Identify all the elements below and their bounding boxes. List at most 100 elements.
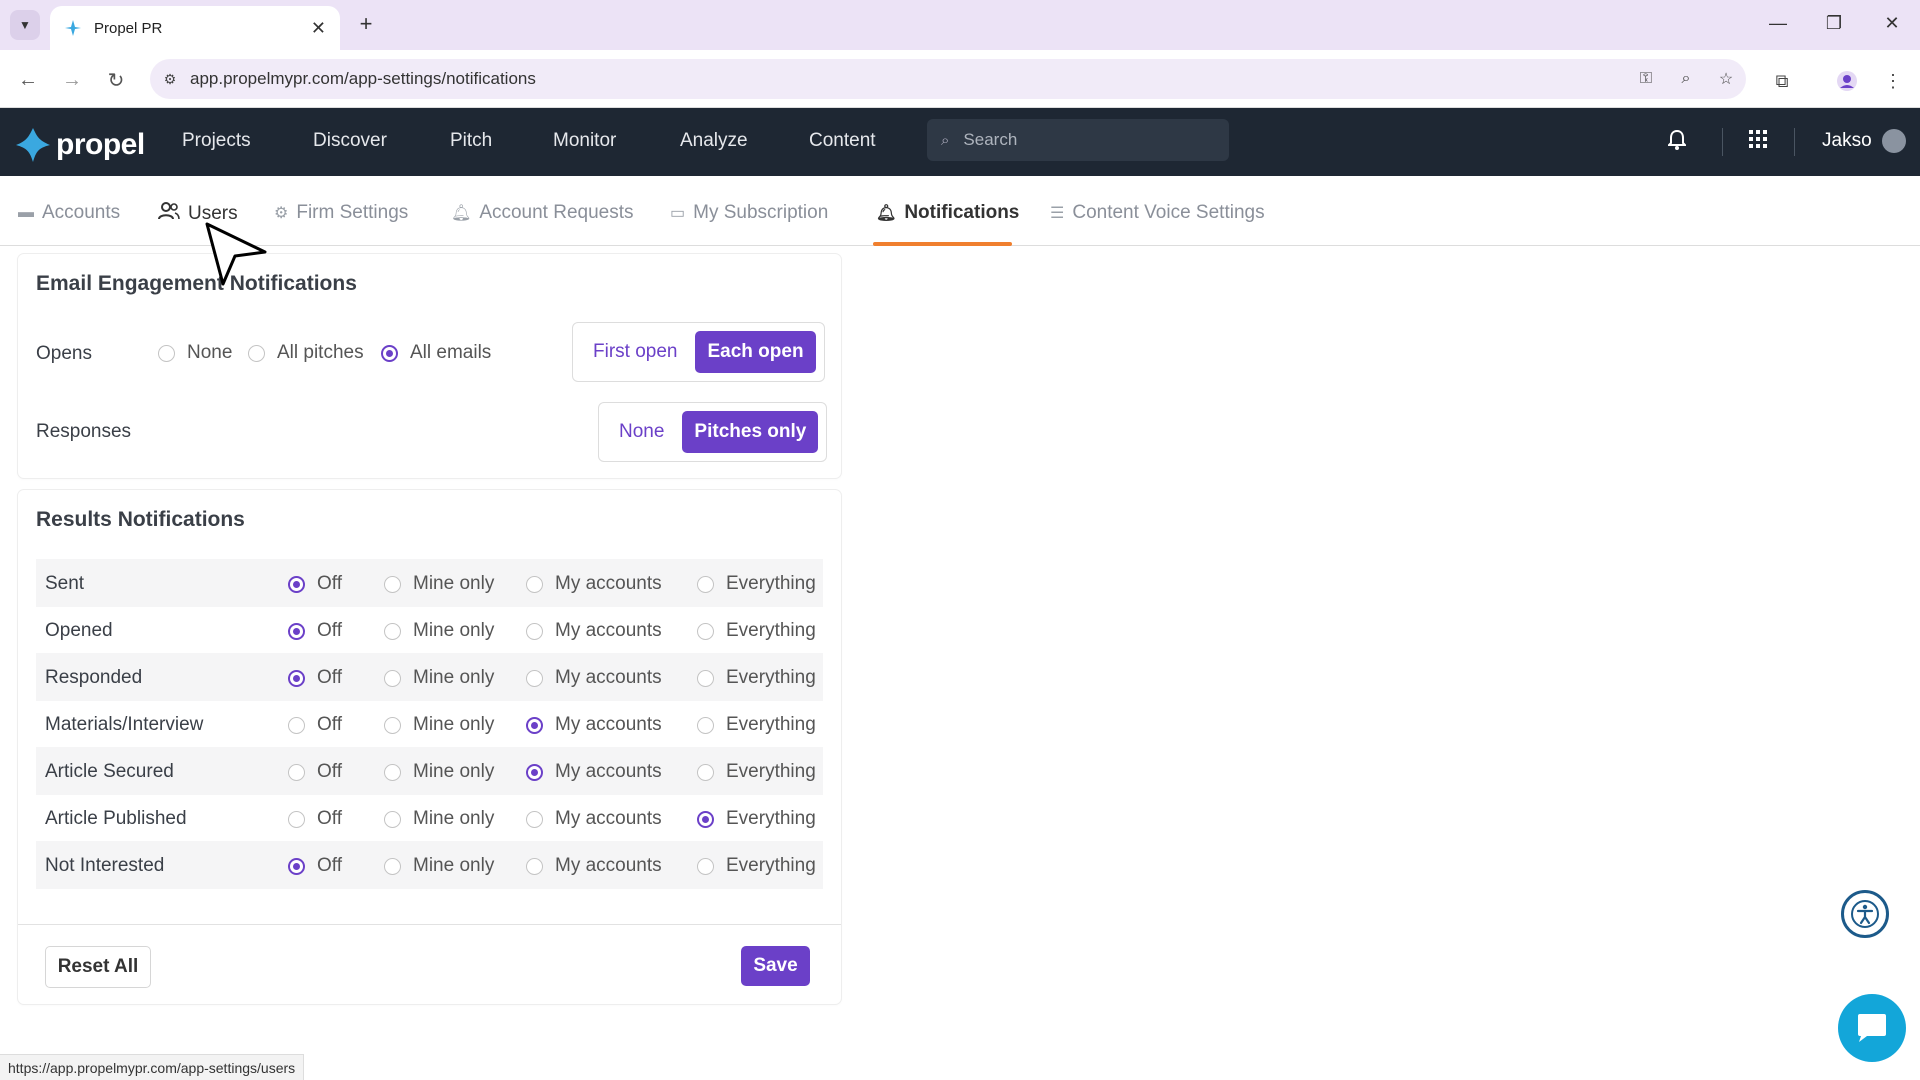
radio-everything[interactable]: Everything [697, 620, 816, 642]
site-info-icon[interactable]: ⚙ [150, 71, 190, 88]
radio-icon [697, 575, 714, 593]
radio-my-accounts[interactable]: My accounts [526, 620, 662, 642]
radio-icon [384, 763, 401, 781]
propel-logo[interactable]: propel [14, 126, 145, 164]
radio-everything[interactable]: Everything [697, 714, 816, 736]
radio-icon [526, 810, 543, 828]
browser-tab[interactable]: Propel PR ✕ [50, 6, 340, 50]
new-tab-button[interactable]: + [352, 10, 380, 38]
radio-selected-icon [288, 857, 305, 875]
search-input[interactable] [963, 130, 1204, 150]
results-notifications-card: Results Notifications Sent Off Mine only My… [18, 490, 841, 1004]
radio-mine-only[interactable]: Mine only [384, 620, 494, 642]
radio-my-accounts[interactable]: My accounts [526, 714, 662, 736]
browser-menu-icon[interactable]: ⋮ [1878, 66, 1908, 96]
extensions-icon[interactable]: ⧉ [1767, 66, 1797, 96]
tab-my-subscription[interactable]: ▭ My Subscription [670, 202, 828, 224]
key-icon[interactable]: ⚿ [1626, 70, 1666, 88]
radio-selected-icon [381, 344, 398, 362]
reset-all-button[interactable]: Reset All [45, 946, 151, 988]
opens-radio-all-pitches[interactable]: All pitches [248, 342, 364, 364]
responses-label: Responses [36, 421, 132, 442]
radio-mine-only[interactable]: Mine only [384, 855, 494, 877]
tab-account-requests[interactable]: 🔔︎ Account Requests [451, 202, 634, 224]
nav-content[interactable]: Content [809, 130, 876, 152]
tab-close-icon[interactable]: ✕ [311, 18, 326, 39]
star-icon[interactable]: ☆ [1706, 69, 1746, 89]
tab-search-button[interactable]: ▼ [10, 10, 40, 40]
notifications-bell-icon[interactable] [1666, 129, 1688, 156]
nav-pitch[interactable]: Pitch [450, 130, 492, 152]
tab-accounts[interactable]: ▬ Accounts [18, 202, 120, 224]
search-box[interactable]: ⌕ [927, 119, 1229, 161]
radio-my-accounts[interactable]: My accounts [526, 761, 662, 783]
first-open-button[interactable]: First open [581, 331, 689, 373]
opens-radio-all-emails[interactable]: All emails [381, 342, 491, 364]
radio-icon [248, 344, 265, 362]
radio-everything[interactable]: Everything [697, 667, 816, 689]
radio-off[interactable]: Off [288, 573, 342, 595]
radio-off[interactable]: Off [288, 667, 342, 689]
radio-my-accounts[interactable]: My accounts [526, 573, 662, 595]
radio-off[interactable]: Off [288, 761, 342, 783]
radio-icon [384, 716, 401, 734]
forward-icon[interactable]: → [58, 66, 86, 94]
nav-analyze[interactable]: Analyze [680, 130, 748, 152]
pitches-only-button[interactable]: Pitches only [682, 411, 819, 453]
email-engagement-card: Email Engagement Notifications Opens Non… [18, 254, 841, 478]
radio-mine-only[interactable]: Mine only [384, 573, 494, 595]
close-window-button[interactable]: ✕ [1874, 8, 1910, 38]
radio-everything[interactable]: Everything [697, 855, 816, 877]
radio-icon [697, 763, 714, 781]
chat-icon[interactable] [1838, 994, 1906, 1062]
tab-content-voice-settings[interactable]: ☰ Content Voice Settings [1050, 202, 1265, 224]
apps-grid-icon[interactable] [1749, 130, 1767, 148]
radio-mine-only[interactable]: Mine only [384, 761, 494, 783]
minimize-button[interactable]: — [1760, 8, 1796, 38]
nav-monitor[interactable]: Monitor [553, 130, 616, 152]
accessibility-icon[interactable] [1841, 890, 1889, 938]
radio-icon [158, 344, 175, 362]
url-text[interactable]: app.propelmypr.com/app-settings/notifica… [190, 69, 1626, 89]
opens-radio-none[interactable]: None [158, 342, 232, 364]
radio-off[interactable]: Off [288, 808, 342, 830]
radio-off[interactable]: Off [288, 620, 342, 642]
results-row-label: Sent [45, 573, 85, 594]
save-button[interactable]: Save [741, 946, 810, 986]
radio-everything[interactable]: Everything [697, 573, 816, 595]
nav-discover[interactable]: Discover [313, 130, 387, 152]
reload-icon[interactable]: ↻ [102, 66, 130, 94]
results-notifications-title: Results Notifications [36, 508, 245, 531]
search-icon: ⌕ [941, 131, 950, 149]
radio-off[interactable]: Off [288, 855, 342, 877]
nav-projects[interactable]: Projects [182, 130, 251, 152]
responses-none-button[interactable]: None [607, 411, 676, 453]
mouse-cursor-icon [205, 222, 267, 291]
radio-off[interactable]: Off [288, 714, 342, 736]
zoom-icon[interactable]: ⌕ [1666, 70, 1706, 88]
results-row: Opened Off Mine only My accounts Everything [36, 606, 823, 654]
nav-divider [1794, 128, 1795, 156]
profile-icon[interactable] [1832, 66, 1862, 96]
omnibox[interactable]: ⚙ app.propelmypr.com/app-settings/notifi… [150, 59, 1746, 99]
radio-everything[interactable]: Everything [697, 808, 816, 830]
radio-everything[interactable]: Everything [697, 761, 816, 783]
user-name: Jakso [1822, 130, 1872, 151]
results-row: Responded Off Mine only My accounts Everythi… [36, 653, 823, 701]
list-icon: ☰ [1050, 205, 1065, 222]
radio-mine-only[interactable]: Mine only [384, 714, 494, 736]
each-open-button[interactable]: Each open [695, 331, 816, 373]
radio-mine-only[interactable]: Mine only [384, 808, 494, 830]
back-icon[interactable]: ← [14, 66, 42, 94]
radio-mine-only[interactable]: Mine only [384, 667, 494, 689]
radio-icon [288, 716, 305, 734]
radio-my-accounts[interactable]: My accounts [526, 808, 662, 830]
tab-notifications[interactable]: 🔔︎ Notifications [876, 202, 1019, 224]
radio-my-accounts[interactable]: My accounts [526, 667, 662, 689]
tab-firm-settings[interactable]: ⚙ Firm Settings [274, 202, 408, 224]
restore-button[interactable]: ❐ [1816, 8, 1852, 38]
radio-icon [526, 575, 543, 593]
radio-my-accounts[interactable]: My accounts [526, 855, 662, 877]
results-row-label: Article Published [45, 808, 187, 829]
user-menu[interactable]: Jakso [1822, 129, 1906, 153]
